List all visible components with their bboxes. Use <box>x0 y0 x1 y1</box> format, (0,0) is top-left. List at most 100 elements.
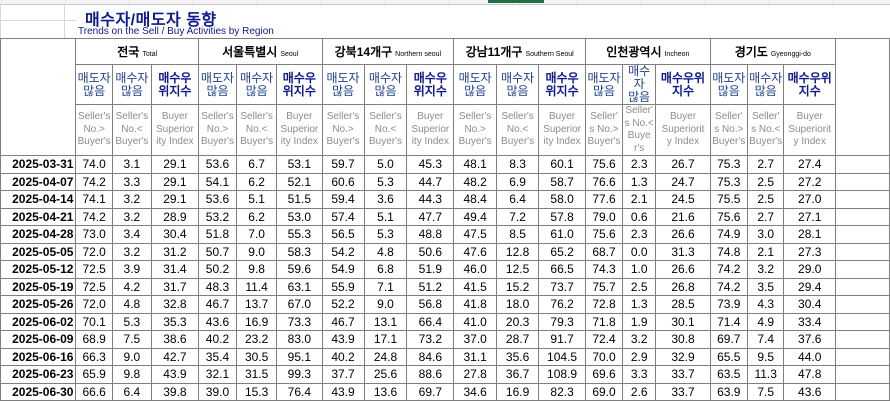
value-cell: 41.5 <box>453 277 498 296</box>
value-cell: 66.5 <box>538 260 587 279</box>
value-cell: 28.7 <box>496 330 540 349</box>
value-cell: 30.8 <box>655 330 711 349</box>
value-cell: 5.0 <box>363 155 408 174</box>
value-cell: 74.2 <box>75 172 113 191</box>
value-cell: 55.3 <box>276 225 323 244</box>
value-cell: 82.3 <box>538 382 587 401</box>
value-cell: 3.1 <box>111 155 152 174</box>
value-cell: 70.1 <box>75 312 113 331</box>
value-cell: 72.8 <box>585 295 623 314</box>
column-label-en: BuyerSuperiority Index <box>276 104 323 156</box>
value-cell: 35.4 <box>197 347 238 366</box>
region-header: 전국 Total <box>75 38 199 65</box>
value-cell: 3.2 <box>111 207 152 226</box>
value-cell: 32.9 <box>655 347 711 366</box>
value-cell: 3.9 <box>111 260 152 279</box>
value-cell: 48.3 <box>197 277 238 296</box>
value-cell: 61.0 <box>538 225 587 244</box>
value-cell: 15.2 <box>496 277 540 296</box>
column-label-en: Seller' s No.> Buyer's <box>585 104 623 156</box>
value-cell: 5.3 <box>111 312 152 331</box>
column-label-en: BuyerSuperiority Index <box>655 104 711 156</box>
value-cell: 9.5 <box>746 347 785 366</box>
value-cell: 33.7 <box>655 365 711 384</box>
value-cell: 7.5 <box>111 330 152 349</box>
empty-cell <box>835 330 890 349</box>
value-cell: 1.3 <box>621 172 657 191</box>
value-cell: 72.5 <box>75 277 113 296</box>
date-cell: 2025-06-16 <box>0 347 77 366</box>
value-cell: 4.2 <box>111 277 152 296</box>
date-cell: 2025-06-09 <box>0 330 77 349</box>
column-label-en: Seller's No.> Buyer's <box>197 104 238 156</box>
value-cell: 3.2 <box>111 190 152 209</box>
column-label: 매수자 많음 <box>621 64 657 105</box>
value-cell: 0.0 <box>621 242 657 261</box>
column-label-en: Seller's No.< Buyer's <box>111 104 152 156</box>
column-label-en: Seller' s No.< Buyer's <box>621 104 657 156</box>
value-cell: 72.4 <box>585 330 623 349</box>
value-cell: 27.8 <box>453 365 498 384</box>
table-row: 2025-06-09 68.9 7.5 38.6 40.2 23.2 83.0 43.9 17.… <box>0 330 890 349</box>
column-label: 매수우위지수 <box>538 64 587 105</box>
value-cell: 9.0 <box>111 347 152 366</box>
value-cell: 7.1 <box>363 277 408 296</box>
value-cell: 74.2 <box>709 260 748 279</box>
value-cell: 27.2 <box>783 172 837 191</box>
value-cell: 65.2 <box>538 242 587 261</box>
value-cell: 68.9 <box>75 330 113 349</box>
empty-cell <box>835 295 890 314</box>
value-cell: 15.3 <box>236 382 278 401</box>
value-cell: 26.8 <box>655 277 711 296</box>
value-cell: 57.4 <box>321 207 365 226</box>
column-label: 매수우위지수 <box>276 64 323 105</box>
value-cell: 36.7 <box>496 365 540 384</box>
value-cell: 2.6 <box>621 382 657 401</box>
value-cell: 52.2 <box>321 295 365 314</box>
value-cell: 8.3 <box>496 155 540 174</box>
region-header: 경기도 Gyeonggi-do <box>709 38 837 65</box>
value-cell: 2.9 <box>621 347 657 366</box>
column-label-en: Seller's No.< Buyer's <box>496 104 540 156</box>
value-cell: 7.4 <box>746 330 785 349</box>
value-cell: 35.6 <box>496 347 540 366</box>
value-cell: 59.4 <box>321 190 365 209</box>
value-cell: 12.5 <box>496 260 540 279</box>
value-cell: 69.7 <box>709 330 748 349</box>
table-row: 2025-04-28 73.0 3.4 30.4 51.8 7.0 55.3 56.5 5.3 4… <box>0 225 890 244</box>
table-row: 2025-06-30 66.6 6.4 39.8 39.0 15.3 76.4 43.9 13.… <box>0 382 890 401</box>
column-label: 매도자 많음 <box>585 64 623 105</box>
table-row: 2025-06-02 70.1 5.3 35.3 43.6 16.9 73.3 46.7 13.… <box>0 312 890 331</box>
value-cell: 47.6 <box>453 242 498 261</box>
value-cell: 24.8 <box>363 347 408 366</box>
region-name: 강북14개구 <box>334 45 393 59</box>
value-cell: 37.0 <box>453 330 498 349</box>
value-cell: 46.7 <box>321 312 365 331</box>
value-cell: 40.2 <box>197 330 238 349</box>
date-cell: 2025-04-28 <box>0 225 77 244</box>
column-label: 매도자 많음 <box>709 64 748 105</box>
empty-cell <box>835 365 890 384</box>
value-cell: 73.2 <box>406 330 455 349</box>
value-cell: 27.0 <box>783 190 837 209</box>
value-cell: 79.3 <box>538 312 587 331</box>
value-cell: 31.3 <box>655 242 711 261</box>
value-cell: 29.1 <box>150 172 199 191</box>
column-label-en: Seller's No.> Buyer's <box>75 104 113 156</box>
value-cell: 74.2 <box>709 277 748 296</box>
value-cell: 35.3 <box>150 312 199 331</box>
value-cell: 13.1 <box>363 312 408 331</box>
column-label-en: Seller's No.< Buyer's <box>363 104 408 156</box>
value-cell: 28.9 <box>150 207 199 226</box>
value-cell: 65.5 <box>709 347 748 366</box>
region-name-en: Northern seoul <box>395 51 442 58</box>
trends-table: 전국 Total 서울특별시 Seoul 강북14개구 Northern seoul 강남1… <box>0 38 890 401</box>
region-header: 강북14개구 Northern seoul <box>321 38 455 65</box>
value-cell: 70.0 <box>585 347 623 366</box>
value-cell: 5.1 <box>363 207 408 226</box>
value-cell: 16.9 <box>496 382 540 401</box>
region-header: 인천광역시 Incheon <box>585 38 711 65</box>
value-cell: 73.0 <box>75 225 113 244</box>
value-cell: 43.9 <box>321 330 365 349</box>
value-cell: 28.1 <box>783 225 837 244</box>
